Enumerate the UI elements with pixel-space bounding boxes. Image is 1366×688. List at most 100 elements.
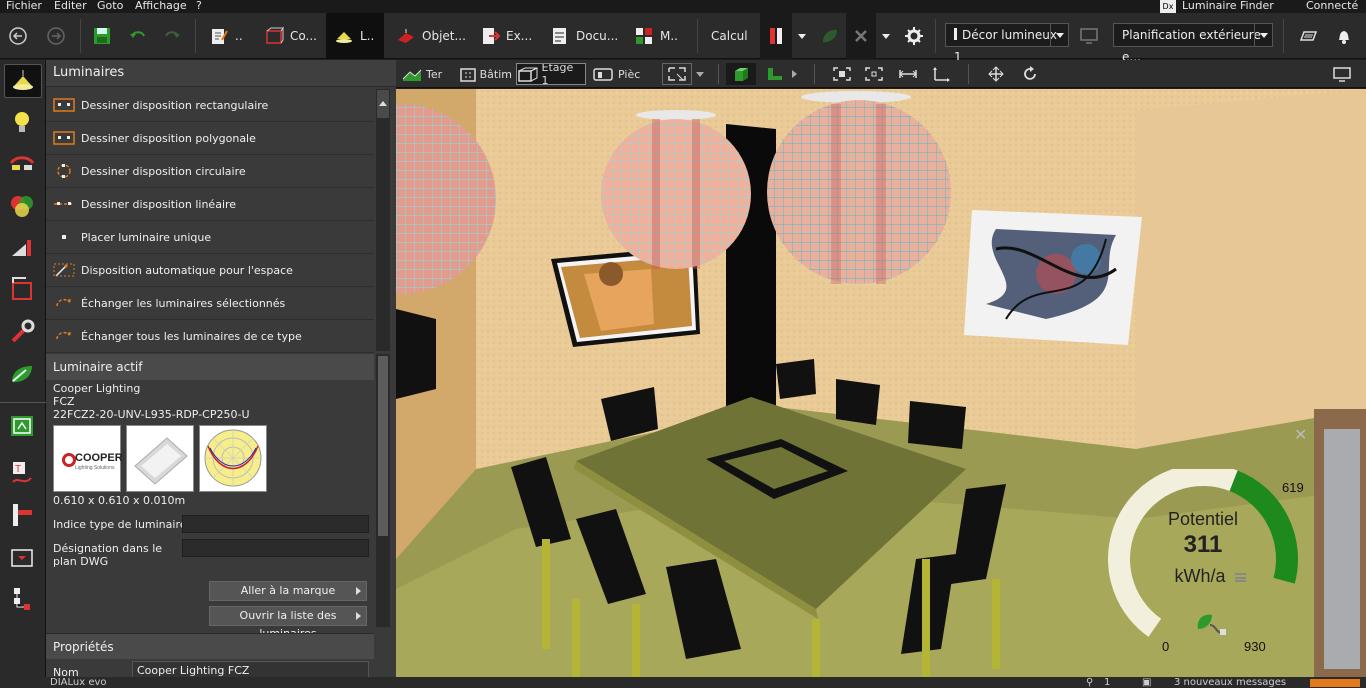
light-distribution-thumbnail[interactable] — [199, 425, 267, 492]
selection-mode-button[interactable] — [662, 63, 692, 85]
tab-modules[interactable]: M.. — [630, 13, 690, 59]
light-arrangement-icon — [9, 156, 35, 170]
calc-dropdown-1[interactable] — [793, 13, 811, 59]
action-linear-layout[interactable]: Dessiner disposition linéaire — [46, 188, 374, 221]
dwg-designation-input[interactable] — [182, 539, 369, 557]
light-arrangement-button[interactable] — [4, 148, 42, 182]
view-building-button[interactable]: Bâtim — [458, 63, 512, 85]
auto-layout-icon — [53, 263, 75, 277]
view-mode-expand[interactable] — [792, 63, 806, 85]
product-image-thumbnail[interactable] — [126, 425, 194, 492]
tab-construction[interactable]: Co... — [260, 13, 326, 59]
open-luminaire-list-button[interactable]: Ouvrir la liste des luminaires — [209, 606, 367, 640]
light-color-button[interactable] — [4, 190, 42, 224]
actions-scrollbar[interactable] — [376, 89, 390, 351]
action-single-luminaire[interactable]: Placer luminaire unique — [46, 221, 374, 254]
scroll-up-button[interactable] — [377, 90, 389, 118]
status-count: 1 — [1104, 677, 1111, 688]
rgb-colors-icon — [11, 196, 33, 217]
place-object-button[interactable] — [4, 542, 42, 576]
2d-view-button[interactable] — [762, 63, 788, 85]
chevron-right-icon — [792, 70, 797, 78]
scene-monitor-button[interactable] — [1075, 13, 1103, 59]
tab-objects[interactable]: Objet... — [392, 13, 472, 59]
hierarchy-button[interactable] — [4, 584, 42, 618]
energy-leaf-button[interactable] — [818, 13, 842, 59]
view-terrain-button[interactable]: Ter — [402, 63, 454, 85]
axes-button[interactable] — [928, 63, 954, 85]
settings-button[interactable] — [903, 13, 925, 59]
keyboard-button[interactable] — [1294, 13, 1322, 59]
action-circular-layout[interactable]: Dessiner disposition circulaire — [46, 155, 374, 188]
undo-button[interactable] — [128, 13, 148, 59]
back-button[interactable] — [8, 13, 28, 59]
panel-title: Luminaires — [46, 60, 396, 87]
tab-edit[interactable]: .. — [205, 13, 260, 59]
luminaire-type-index-input[interactable] — [182, 515, 369, 533]
svg-text:T: T — [15, 464, 21, 475]
cancel-calc-button[interactable] — [846, 13, 876, 59]
tab-export[interactable]: Ex... — [476, 13, 536, 59]
tab-luminaires[interactable]: L.. — [326, 13, 384, 59]
forward-button[interactable] — [46, 13, 66, 59]
pendant-lamp-middle — [601, 119, 751, 269]
status-messages[interactable]: 3 nouveaux messages — [1174, 677, 1286, 688]
gauge-menu-icon[interactable] — [1235, 573, 1246, 582]
luminaire-mode-button[interactable] — [4, 64, 42, 98]
close-overlay-icon[interactable]: ✕ — [1294, 425, 1307, 444]
3d-viewport[interactable]: ✕ Potentiel 311 kWh/a 0 930 619 — [396, 89, 1366, 677]
redo-button[interactable] — [162, 13, 182, 59]
action-rectangular-layout[interactable]: Dessiner disposition rectangulaire — [46, 89, 374, 122]
construction-mode-button[interactable] — [4, 274, 42, 308]
tab-luminaires-label: L.. — [360, 29, 375, 43]
brand-logo-thumbnail[interactable]: COOPER Lighting Solutions — [53, 425, 123, 492]
light-scene-select[interactable]: Décor lumineux 1 — [945, 23, 1069, 64]
calc-dropdown-2[interactable] — [877, 13, 895, 59]
zoom-all-button[interactable] — [830, 63, 854, 85]
action-swap-all[interactable]: Échanger tous les luminaires de ce type — [46, 320, 374, 353]
action-polygonal-layout[interactable]: Dessiner disposition polygonale — [46, 122, 374, 155]
menu-affichage[interactable]: Affichage — [135, 0, 187, 11]
save-button[interactable] — [92, 13, 112, 59]
menu-editer[interactable]: Editer — [54, 0, 87, 11]
text-annotation-button[interactable]: T — [4, 458, 42, 492]
menu-help[interactable]: ? — [196, 0, 202, 11]
tab-objects-label: Objet... — [422, 29, 466, 43]
mode-icon-strip: T — [0, 60, 46, 688]
selection-dropdown[interactable] — [696, 63, 710, 85]
toolbar-separator — [697, 19, 698, 53]
wall-element-icon — [13, 504, 32, 526]
notifications-button[interactable] — [1332, 13, 1356, 59]
view-floor-button[interactable]: Étage 1 — [516, 63, 586, 85]
tab-calcul[interactable]: Calcul — [711, 13, 748, 59]
toolbar-separator — [935, 19, 936, 53]
measure-button[interactable] — [896, 63, 920, 85]
light-direction-button[interactable] — [4, 232, 42, 266]
wall-element-button[interactable] — [4, 500, 42, 534]
luminaire-finder-link[interactable]: Luminaire Finder — [1182, 0, 1274, 11]
scroll-thumb[interactable] — [378, 356, 388, 536]
zoom-selection-button[interactable] — [862, 63, 886, 85]
display-settings-button[interactable] — [1330, 63, 1354, 85]
menu-fichier[interactable]: Fichier — [6, 0, 42, 11]
emergency-lighting-button[interactable] — [4, 410, 42, 444]
rotate-button[interactable] — [1018, 63, 1042, 85]
tools-button[interactable] — [4, 316, 42, 350]
view-separator — [968, 64, 969, 84]
action-label: Dessiner disposition rectangulaire — [81, 98, 269, 112]
tab-calcul-label: Calcul — [711, 29, 748, 43]
tab-documentation[interactable]: Docu... — [546, 13, 626, 59]
move-button[interactable] — [984, 63, 1008, 85]
action-label: Échanger tous les luminaires de ce type — [81, 329, 302, 343]
view-room-button[interactable]: Pièc — [592, 63, 646, 85]
calc-luminaire-button[interactable] — [760, 13, 792, 59]
action-swap-selected[interactable]: Échanger les luminaires sélectionnés — [46, 287, 374, 320]
energy-button[interactable] — [4, 358, 42, 392]
active-luminaire-scrollbar[interactable] — [376, 354, 390, 627]
menu-goto[interactable]: Goto — [97, 0, 123, 11]
light-bulb-button[interactable] — [4, 106, 42, 140]
planning-select[interactable]: Planification extérieure e... — [1113, 23, 1273, 64]
go-to-brand-button[interactable]: Aller à la marque — [209, 581, 367, 601]
3d-view-button[interactable] — [726, 63, 756, 85]
action-auto-layout[interactable]: Disposition automatique pour l'espace — [46, 254, 374, 287]
